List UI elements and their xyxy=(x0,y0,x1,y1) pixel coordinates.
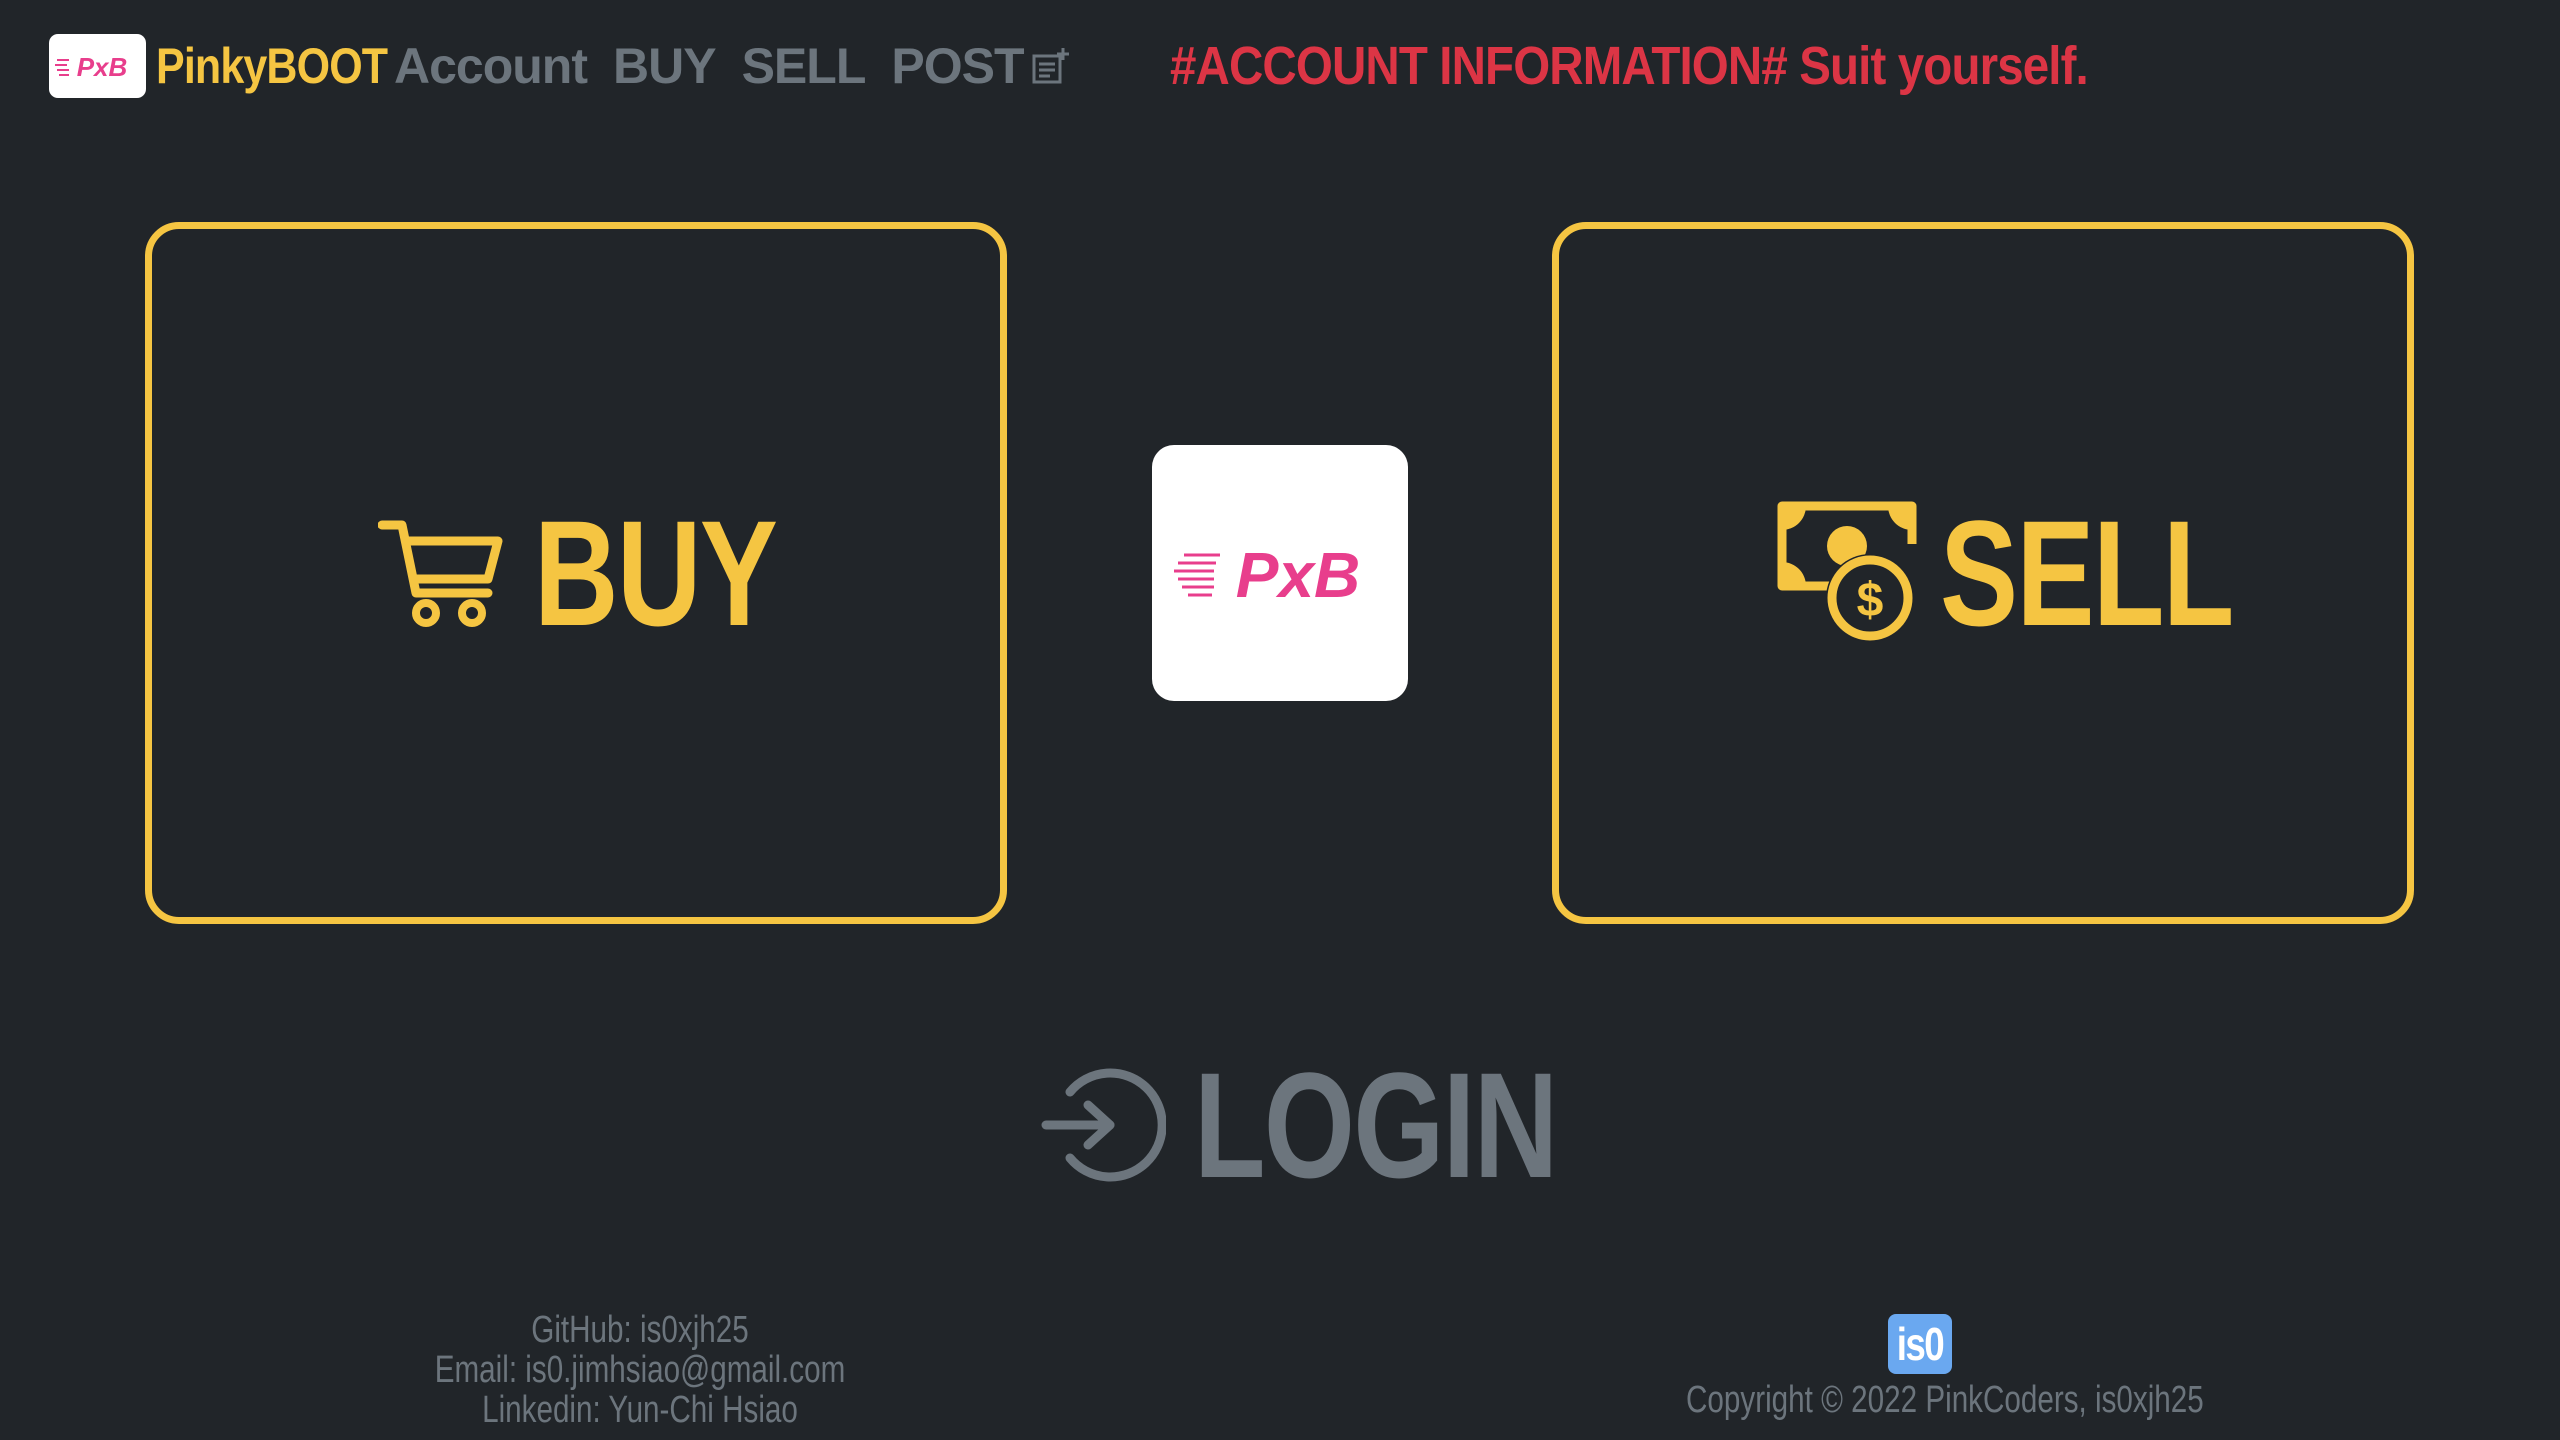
buy-label: BUY xyxy=(534,489,778,657)
post-add-icon xyxy=(1032,48,1069,84)
nav-link-account[interactable]: Account xyxy=(394,37,588,95)
github-link[interactable]: GitHub: is0xjh25 xyxy=(531,1309,748,1351)
pxb-logo-icon: PxB xyxy=(1174,539,1361,611)
sell-card-content: $ SELL xyxy=(1776,489,2234,657)
footer-contact: GitHub: is0xjh25 Email: is0.jimhsiao@gma… xyxy=(340,1310,940,1430)
brand-logo: PxB xyxy=(49,34,146,98)
shopping-cart-icon xyxy=(378,520,503,627)
is0-badge-icon[interactable]: is0 xyxy=(1888,1314,1952,1374)
login-arrow-icon xyxy=(1041,1068,1166,1182)
svg-text:PxB: PxB xyxy=(76,52,127,82)
login-label: LOGIN xyxy=(1194,1041,1558,1209)
svg-text:$: $ xyxy=(1857,574,1884,627)
nav-link-sell[interactable]: SELL xyxy=(742,37,867,95)
page: PxB PinkyBOOT Account BUY SELL POST #ACC… xyxy=(0,0,2560,1440)
cash-coin-icon: $ xyxy=(1777,501,1917,642)
nav-links: Account BUY SELL POST xyxy=(394,34,1096,98)
linkedin-link[interactable]: Linkedin: Yun-Chi Hsiao xyxy=(482,1389,798,1431)
buy-card-button[interactable]: BUY xyxy=(145,222,1007,924)
copyright-text: Copyright © 2022 PinkCoders, is0xjh25 xyxy=(1686,1379,2204,1421)
brand-link[interactable]: PxB PinkyBOOT xyxy=(49,34,425,98)
footer-right: is0 Copyright © 2022 PinkCoders, is0xjh2… xyxy=(1620,1314,2220,1420)
account-headline: #ACCOUNT INFORMATION# Suit yourself. xyxy=(1170,36,2089,96)
brand-name: PinkyBOOT xyxy=(156,38,388,94)
login-button[interactable]: LOGIN xyxy=(1040,1040,1659,1210)
center-logo: PxB xyxy=(1152,445,1408,701)
nav-link-post-label: POST xyxy=(891,38,1024,94)
buy-card-content: BUY xyxy=(378,489,778,657)
sell-card-button[interactable]: $ SELL xyxy=(1552,222,2414,924)
email-link[interactable]: Email: is0.jimhsiao@gmail.com xyxy=(435,1349,846,1391)
pxb-logo-icon: PxB xyxy=(54,52,127,82)
nav-link-post[interactable]: POST xyxy=(891,37,1069,95)
sell-label: SELL xyxy=(1940,489,2234,657)
is0-badge-label: is0 xyxy=(1896,1318,1945,1370)
nav-link-buy[interactable]: BUY xyxy=(613,37,717,95)
svg-text:PxB: PxB xyxy=(1236,539,1361,611)
navbar: PxB PinkyBOOT Account BUY SELL POST #ACC… xyxy=(0,0,2560,130)
